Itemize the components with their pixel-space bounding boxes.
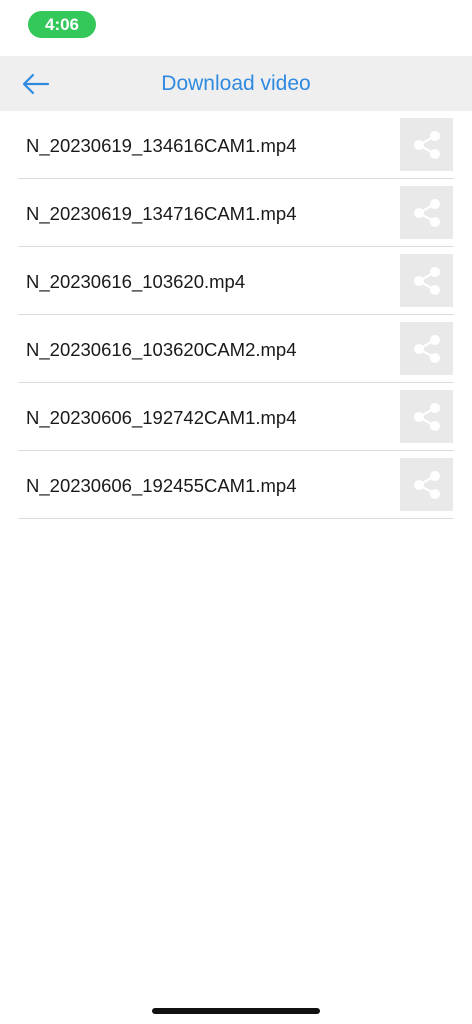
home-indicator[interactable] xyxy=(152,1008,320,1014)
share-button[interactable] xyxy=(400,322,453,375)
share-button[interactable] xyxy=(400,458,453,511)
file-row[interactable]: N_20230616_103620CAM2.mp4 xyxy=(18,315,454,383)
share-icon xyxy=(413,266,440,295)
share-icon xyxy=(413,470,440,499)
share-icon xyxy=(413,130,440,159)
file-name: N_20230616_103620CAM2.mp4 xyxy=(26,339,297,360)
share-button[interactable] xyxy=(400,254,453,307)
share-icon xyxy=(413,402,440,431)
share-button[interactable] xyxy=(400,118,453,171)
file-row[interactable]: N_20230606_192455CAM1.mp4 xyxy=(18,451,454,519)
file-name: N_20230606_192742CAM1.mp4 xyxy=(26,407,297,428)
file-name: N_20230619_134616CAM1.mp4 xyxy=(26,135,297,156)
back-button[interactable] xyxy=(14,65,58,103)
file-name: N_20230619_134716CAM1.mp4 xyxy=(26,203,297,224)
file-name: N_20230616_103620.mp4 xyxy=(26,271,246,292)
share-button[interactable] xyxy=(400,186,453,239)
file-row[interactable]: N_20230606_192742CAM1.mp4 xyxy=(18,383,454,451)
nav-bar: Download video xyxy=(0,56,472,111)
page-title: Download video xyxy=(161,72,311,95)
file-row[interactable]: N_20230619_134616CAM1.mp4 xyxy=(18,111,454,179)
status-time: 4:06 xyxy=(28,11,96,38)
screen: 4:06 Download video N_20230619_134616CAM… xyxy=(0,0,472,1024)
file-row[interactable]: N_20230616_103620.mp4 xyxy=(18,247,454,315)
share-icon xyxy=(413,334,440,363)
file-list: N_20230619_134616CAM1.mp4 N_20230619_134… xyxy=(0,111,472,519)
arrow-left-icon xyxy=(22,73,50,95)
share-button[interactable] xyxy=(400,390,453,443)
share-icon xyxy=(413,198,440,227)
status-bar: 4:06 xyxy=(0,0,472,56)
file-name: N_20230606_192455CAM1.mp4 xyxy=(26,475,297,496)
file-row[interactable]: N_20230619_134716CAM1.mp4 xyxy=(18,179,454,247)
